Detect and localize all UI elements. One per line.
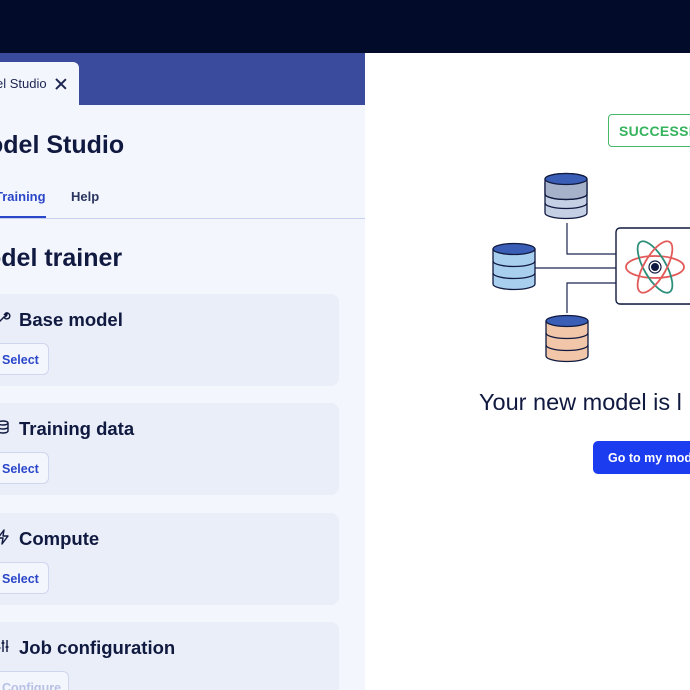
card-title: Compute xyxy=(19,528,100,549)
tab-help[interactable]: Help xyxy=(71,189,99,204)
database-icon xyxy=(492,242,536,291)
model-node xyxy=(615,227,690,305)
card-training-data: Training data Select xyxy=(0,403,339,495)
section-title: odel trainer xyxy=(0,244,123,272)
configure-button[interactable]: Configure xyxy=(0,671,69,690)
card-title: Training data xyxy=(19,418,135,439)
database-icon xyxy=(0,420,9,434)
result-message: Your new model is l xyxy=(479,389,682,415)
model-diagram xyxy=(492,172,690,363)
card-title: Job configuration xyxy=(19,637,176,658)
lightning-icon xyxy=(0,529,9,545)
go-to-my-model-button[interactable]: Go to my mode xyxy=(593,441,690,474)
window-tab-model-studio[interactable]: el Studio xyxy=(0,62,79,105)
window-tab-bar: el Studio xyxy=(0,53,365,105)
select-training-data-button[interactable]: Select xyxy=(0,452,49,484)
database-icon xyxy=(544,172,588,220)
card-compute: Compute Select xyxy=(0,513,339,605)
nav-tabs: Training Help xyxy=(0,173,365,219)
trainer-panel: el Studio odel Studio Training Help odel… xyxy=(0,53,365,690)
active-tab-indicator xyxy=(0,216,46,218)
select-base-model-button[interactable]: Select xyxy=(0,343,49,375)
window-tab-label: el Studio xyxy=(0,76,47,91)
sliders-icon xyxy=(0,640,9,652)
tab-training[interactable]: Training xyxy=(0,189,46,204)
app-title: odel Studio xyxy=(0,131,125,159)
select-compute-button[interactable]: Select xyxy=(0,562,49,594)
card-job-configuration: Job configuration Configure xyxy=(0,622,339,690)
wrench-icon xyxy=(0,312,11,323)
card-base-model: Base model Select xyxy=(0,294,339,386)
connector-lines xyxy=(535,223,616,313)
close-icon[interactable] xyxy=(55,78,67,90)
card-title: Base model xyxy=(19,309,123,330)
database-icon xyxy=(545,314,589,363)
result-panel: SUCCESSF Your new model is l Go to my mo… xyxy=(365,53,690,690)
